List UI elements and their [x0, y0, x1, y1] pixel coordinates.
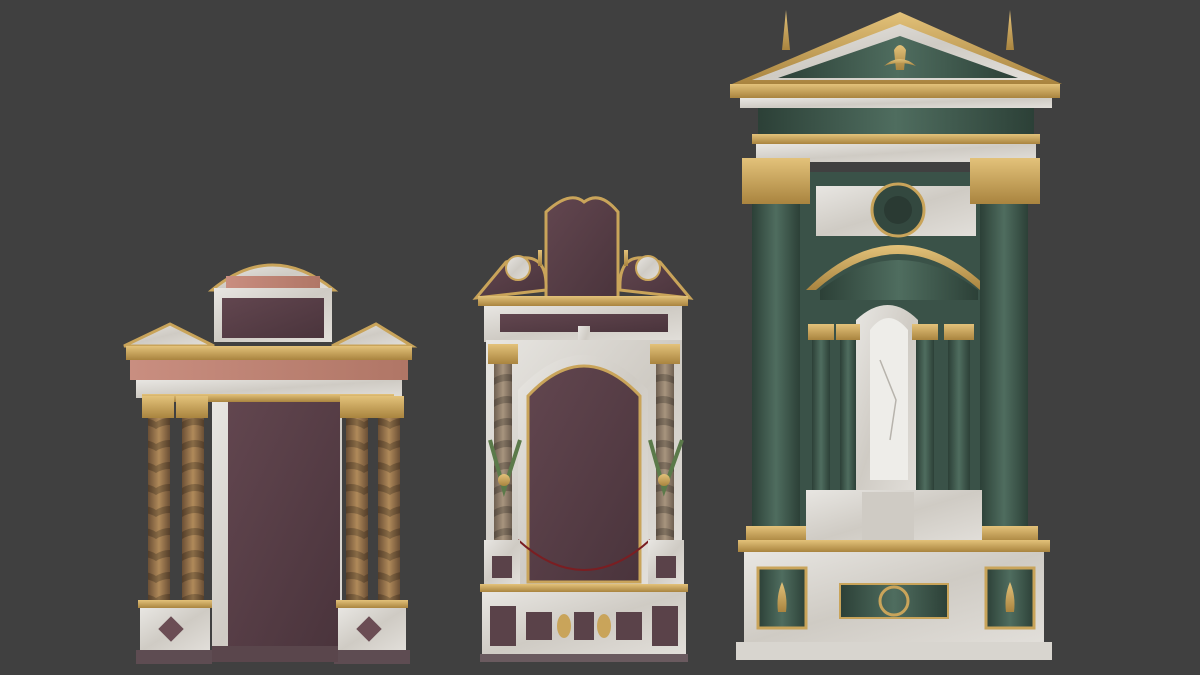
- altar-frame-left: [123, 263, 418, 664]
- render-viewport: [0, 0, 1200, 675]
- altar-frame-right: [730, 10, 1062, 660]
- altar-frame-middle: [472, 196, 694, 662]
